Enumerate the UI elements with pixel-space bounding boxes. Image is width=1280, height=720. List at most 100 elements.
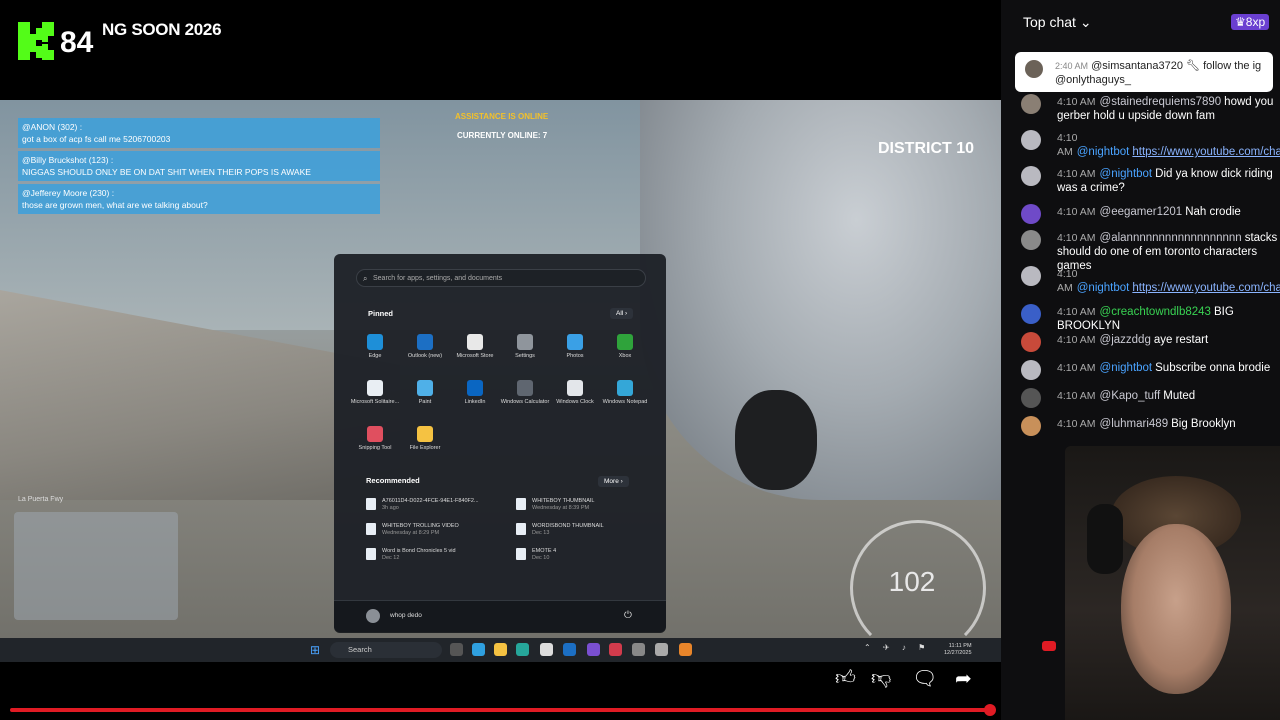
like-icon[interactable]: 👍︎ bbox=[835, 666, 856, 690]
game-app-icon[interactable] bbox=[679, 643, 692, 656]
recommended-sub: Wednesday at 8:29 PM bbox=[382, 530, 440, 536]
recommended-sub: Dec 13 bbox=[532, 530, 550, 536]
recommended-item[interactable]: EMOTE 4 Dec 10 bbox=[516, 548, 646, 562]
chat-mode-dropdown[interactable]: Top chat ⌄ bbox=[1023, 14, 1092, 31]
edge-icon[interactable] bbox=[472, 643, 485, 656]
windows-start-icon[interactable]: ⊞ bbox=[310, 643, 320, 657]
start-app[interactable]: Outlook (new) bbox=[400, 332, 450, 372]
start-app[interactable]: Xbox bbox=[600, 332, 650, 372]
user-name[interactable]: whop dedo bbox=[390, 612, 422, 619]
app-label: Edge bbox=[368, 353, 382, 359]
share-icon[interactable]: ➦ bbox=[955, 666, 972, 691]
progress-bar[interactable] bbox=[10, 708, 992, 712]
app-label: Paint bbox=[418, 399, 432, 405]
chat-user: @nightbot bbox=[1076, 146, 1130, 158]
overlay-text: those are grown men, what are we talking… bbox=[22, 200, 208, 210]
recommended-item[interactable]: A76011D4-D022-4FCE-94E1-F840F2... 3h ago bbox=[366, 498, 516, 512]
chat-text[interactable]: https://www.youtube.com/channel/UCYJV... bbox=[1132, 146, 1280, 158]
start-app[interactable]: Windows Notepad bbox=[600, 378, 650, 418]
chat-user: @creachtowndlb8243 bbox=[1099, 306, 1211, 318]
chat-user: @Kapo_tuff bbox=[1099, 390, 1161, 402]
start-app[interactable]: Windows Clock bbox=[550, 378, 600, 418]
stream-header: 84 NG SOON 2026 bbox=[0, 0, 1001, 100]
photos-icon bbox=[567, 334, 583, 350]
chat-text: aye restart bbox=[1153, 334, 1209, 346]
recommended-text: EMOTE 4 Dec 10 bbox=[532, 548, 556, 562]
recommended-item[interactable]: WHITEBOY THUMBNAIL Wednesday at 8:39 PM bbox=[516, 498, 646, 512]
recommended-item[interactable]: WORDISBOND THUMBNAIL Dec 13 bbox=[516, 523, 646, 537]
start-app[interactable]: Paint bbox=[400, 378, 450, 418]
discord-icon[interactable] bbox=[587, 643, 600, 656]
avatar[interactable] bbox=[366, 609, 380, 623]
taskbar-search-label: Search bbox=[348, 645, 372, 654]
calculator-icon bbox=[517, 380, 533, 396]
document-icon bbox=[516, 548, 526, 560]
progress-handle[interactable] bbox=[984, 704, 996, 716]
recommended-item[interactable]: WHITEBOY TROLLING VIDEO Wednesday at 8:29… bbox=[366, 523, 516, 537]
start-menu: ⌕ Search for apps, settings, and documen… bbox=[334, 254, 666, 633]
store-icon[interactable] bbox=[540, 643, 553, 656]
start-app[interactable]: Snipping Tool bbox=[350, 424, 400, 464]
chat-text[interactable]: https://www.youtube.com/channel/UCYJV... bbox=[1132, 282, 1280, 294]
start-search-input[interactable]: ⌕ Search for apps, settings, and documen… bbox=[356, 269, 646, 287]
avatar bbox=[1021, 94, 1041, 114]
taskbar: ⊞ Search ⌃ ✈ ♪ ⚑ 11:11 PM 12/27/2025 bbox=[0, 638, 1001, 662]
video-player[interactable]: 84 NG SOON 2026 @ANON (302) : got a box … bbox=[0, 0, 1001, 720]
taskbar-search[interactable]: Search bbox=[330, 642, 442, 658]
app-icon[interactable] bbox=[609, 643, 622, 656]
chat-message-body: 4:10 AM @eegamer1201 Nah crodie bbox=[1057, 205, 1280, 219]
speed-value: 102 bbox=[888, 566, 936, 597]
start-app[interactable]: Settings bbox=[500, 332, 550, 372]
linkedin-icon bbox=[467, 380, 483, 396]
car bbox=[640, 100, 1001, 500]
task-view-icon[interactable] bbox=[450, 643, 463, 656]
taskbar-clock[interactable]: 11:11 PM 12/27/2025 bbox=[944, 643, 972, 657]
document-icon bbox=[366, 498, 376, 510]
settings-icon[interactable] bbox=[655, 643, 668, 656]
avatar bbox=[1021, 166, 1041, 186]
power-icon[interactable]: ⏻ bbox=[624, 610, 632, 621]
chat-user: @nightbot bbox=[1076, 282, 1130, 294]
car-wheel bbox=[735, 390, 817, 490]
start-app[interactable]: File Explorer bbox=[400, 424, 450, 464]
avatar bbox=[1021, 304, 1041, 324]
start-app[interactable]: Microsoft Solitaire... bbox=[350, 378, 400, 418]
more-label: More bbox=[604, 478, 619, 485]
overlay-message: @ANON (302) : got a box of acp fs call m… bbox=[18, 118, 380, 148]
outlook-icon[interactable] bbox=[563, 643, 576, 656]
recommended-item[interactable]: Word is Bond Chronicles 5 vid Dec 12 bbox=[366, 548, 516, 562]
pinned-message[interactable]: 2:40 AM @simsantana3720 🔧︎ follow the ig… bbox=[1015, 52, 1273, 92]
start-app[interactable]: Edge bbox=[350, 332, 400, 372]
chat-message-body: 4:10 AM @nightbot https://www.youtube.com/… bbox=[1057, 267, 1280, 295]
chat-user: @jazzddg bbox=[1099, 334, 1151, 346]
pinned-text: 2:40 AM @simsantana3720 🔧︎ follow the ig… bbox=[1055, 59, 1273, 87]
dislike-icon[interactable]: 👎︎ bbox=[871, 666, 891, 690]
chrome-icon[interactable] bbox=[516, 643, 529, 656]
start-app[interactable]: Microsoft Store bbox=[450, 332, 500, 372]
chat-user: @stainedrequiems7890 bbox=[1099, 96, 1222, 108]
game-chat-overlay: @ANON (302) : got a box of acp fs call m… bbox=[18, 118, 380, 217]
system-tray[interactable]: ⌃ ✈ ♪ ⚑ bbox=[864, 643, 930, 652]
outlook-icon bbox=[417, 334, 433, 350]
chat-toggle-icon[interactable]: 🗨︎ bbox=[912, 666, 937, 691]
app-label: LinkedIn bbox=[464, 399, 486, 405]
player-controls: 👍︎ 👎︎ 🗨︎ ➦ bbox=[0, 662, 1001, 720]
folder-icon[interactable] bbox=[494, 643, 507, 656]
xp-badge[interactable]: ♛8xp bbox=[1231, 14, 1270, 30]
all-apps-button[interactable]: All › bbox=[610, 308, 634, 319]
chat-time: 4:10 AM bbox=[1057, 206, 1096, 218]
overlay-message: @Jefferey Moore (230) : those are grown … bbox=[18, 184, 380, 214]
more-button[interactable]: More › bbox=[598, 476, 629, 487]
start-app[interactable]: LinkedIn bbox=[450, 378, 500, 418]
overlay-author: @Billy Bruckshot (123) : bbox=[22, 155, 114, 165]
recommended-name: Word is Bond Chronicles 5 vid bbox=[382, 548, 456, 554]
chat-text: Nah crodie bbox=[1185, 206, 1241, 218]
recommended-list: A76011D4-D022-4FCE-94E1-F840F2... 3h ago W… bbox=[366, 498, 646, 562]
avatar bbox=[1025, 60, 1043, 78]
document-icon bbox=[516, 523, 526, 535]
obs-icon[interactable] bbox=[632, 643, 645, 656]
search-placeholder: Search for apps, settings, and documents bbox=[373, 275, 503, 282]
start-app[interactable]: Windows Calculator bbox=[500, 378, 550, 418]
youtube-icon bbox=[1042, 641, 1056, 651]
start-app[interactable]: Photos bbox=[550, 332, 600, 372]
